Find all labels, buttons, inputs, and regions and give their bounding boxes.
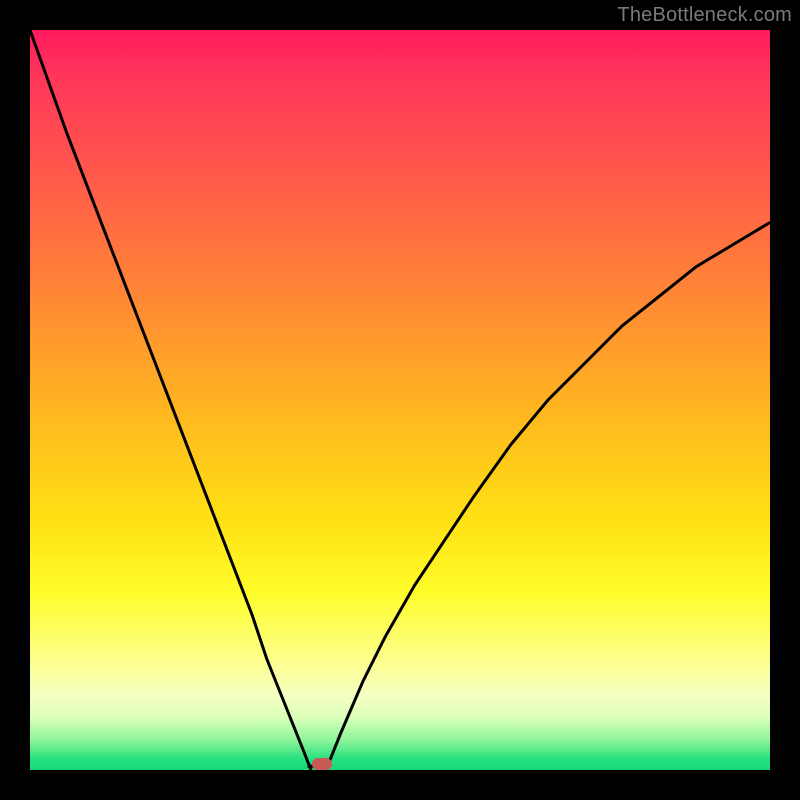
bottleneck-curve-left — [30, 30, 311, 770]
watermark-text: TheBottleneck.com — [617, 4, 792, 27]
min-marker-icon — [312, 758, 332, 770]
curve-layer — [30, 30, 770, 770]
plot-area — [30, 30, 770, 770]
bottleneck-curve-right — [326, 222, 770, 770]
chart-frame: TheBottleneck.com — [0, 0, 800, 800]
